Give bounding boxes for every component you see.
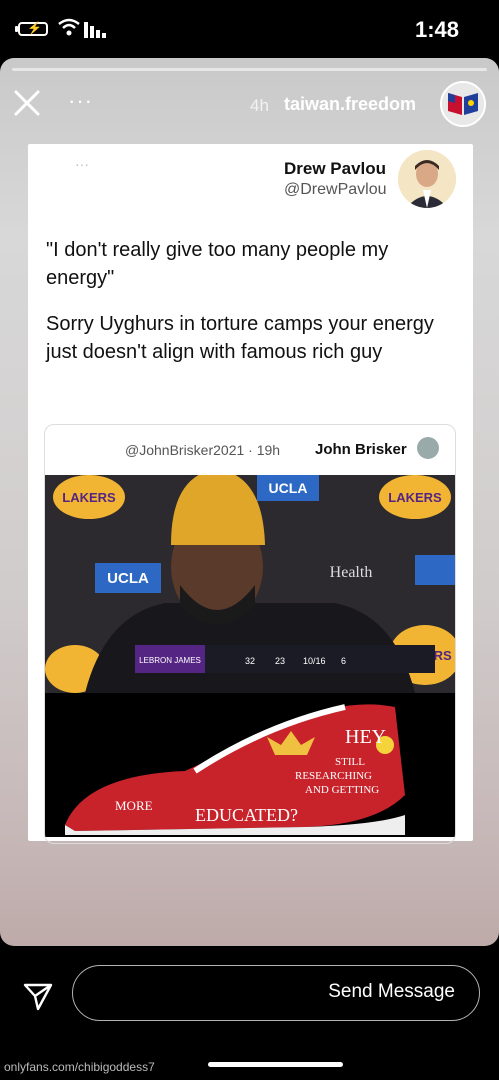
flags-icon [442,83,484,125]
tweet-author-name: Drew Pavlou [284,159,387,178]
lakers-text-1: LAKERS [62,490,116,505]
tweet-text-body: Sorry Uyghurs in torture camps your ener… [46,313,434,363]
tweet-author-avatar [398,150,456,208]
close-icon[interactable] [12,88,42,118]
scorebox-player-name: LEBRON JAMES [139,656,201,665]
shoe-text-more: MORE [115,798,153,813]
battery-tip [15,26,18,32]
tweet-more-icon: ··· [75,156,89,172]
ucla-sign-3 [415,555,455,585]
send-icon[interactable] [22,980,54,1012]
story-header: ··· 4h taiwan.freedom [0,76,499,127]
home-indicator[interactable] [208,1062,343,1067]
scorebox-pts: 23 [275,656,285,666]
story-avatar[interactable] [440,81,486,127]
shoe-text-hey: HEY [345,726,386,748]
story-username[interactable]: taiwan.freedom [284,94,416,115]
send-message-placeholder: Send Message [328,981,455,1002]
quoted-author-meta: @JohnBrisker2021 · 19h [125,442,281,458]
quoted-author-name: John Brisker [315,441,407,458]
scorebox-fg: 10/16 [303,656,326,666]
quoted-author-avatar [417,437,439,459]
send-message-input[interactable]: Send Message [72,965,480,1021]
story-viewer[interactable]: ··· 4h taiwan.freedom ··· Drew Pavlou @D… [0,58,499,946]
story-progress-bar [12,68,487,71]
lakers-text-2: LAKERS [388,490,442,505]
more-options-icon[interactable]: ··· [68,88,93,114]
tweet-author-handle: @DrewPavlou [284,181,387,198]
status-bar: ⚡ 1:48 [0,0,499,60]
battery-icon: ⚡ [18,21,48,36]
ucla-text-2: UCLA [107,570,149,587]
scorebox-min: 32 [245,656,255,666]
ucla-text-1: UCLA [269,480,308,496]
scorebox-reb: 6 [341,656,346,666]
tweet-card: ··· Drew Pavlou @DrewPavlou "I don't rea… [28,144,473,844]
quoted-tweet-image: LAKERS LAKERS LAKERS UCLA UCLA Health [45,475,455,837]
shoe-text-still: STILL [335,756,365,768]
story-time-ago: 4h [250,96,269,115]
tweet-text-quote: "I don't really give too many people my … [46,239,389,289]
quoted-tweet[interactable]: John Brisker @JohnBrisker2021 · 19h LAKE… [44,424,456,844]
shoe-text-educated: EDUCATED? [195,805,298,825]
watermark-text: onlyfans.com/chibigoddess7 [4,1060,155,1074]
health-text: Health [330,564,373,581]
cell-signal-icon [84,22,106,38]
clock: 1:48 [414,17,459,42]
shoe-text-researching: RESEARCHING [295,770,372,782]
reply-bar: Send Message onlyfans.com/chibigoddess7 [0,960,499,1080]
shoe-text-and-getting: AND GETTING [305,784,379,796]
wifi-icon [58,18,80,36]
